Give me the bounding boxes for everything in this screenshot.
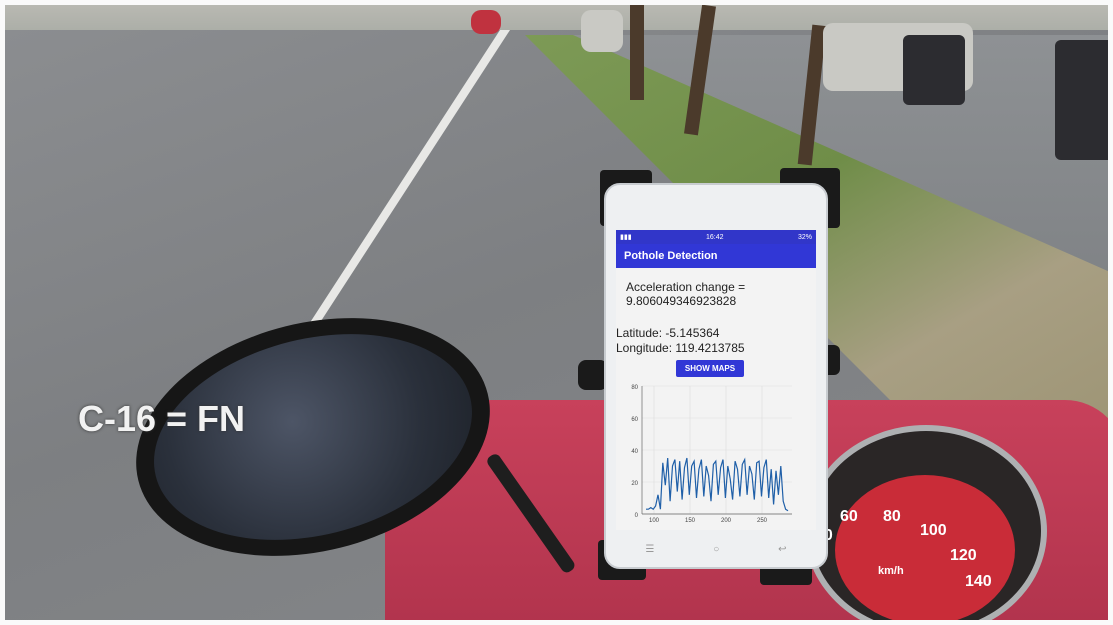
speed-label: 60 [840,508,858,525]
battery-indicator: 32% [797,233,812,241]
speed-unit: km/h [878,565,904,577]
y-tick-label: 60 [631,417,638,423]
acceleration-readout: Acceleration change = 9.806049346923828 [626,280,816,308]
gps-readout: Latitude: -5.145364 Longitude: 119.42137… [616,326,816,356]
case-label: C-16 = FN [78,398,246,439]
speed-label: 80 [883,508,901,525]
y-tick-label: 20 [631,481,638,487]
speedometer-dial [835,475,1015,620]
motorcyclist [1055,40,1108,160]
home-icon[interactable]: ○ [713,544,719,555]
acceleration-chart: 0 20 40 60 80 100 150 200 250 [631,385,792,524]
menu-icon[interactable]: ☰ [645,544,654,555]
distant-car [471,10,501,34]
longitude-value: Longitude: 119.4213785 [616,341,745,355]
distant-car [581,10,623,52]
x-tick-label: 150 [685,518,696,524]
motorcyclist [903,35,965,105]
x-tick-label: 250 [757,518,768,524]
speed-label: 120 [950,547,977,564]
x-tick-label: 100 [649,518,660,524]
y-tick-label: 0 [635,513,639,519]
show-maps-button[interactable]: SHOW MAPS [676,360,744,377]
phone-screen: ▮▮▮ 16:42 32% Pothole Detection Accelera… [616,230,816,530]
signal-icon: ▮▮▮ [620,234,632,241]
x-tick-label: 200 [721,518,732,524]
y-tick-label: 80 [631,385,638,391]
acceleration-label: Acceleration change = [626,280,746,294]
tree-trunk [630,5,644,100]
status-time: 16:42 [706,233,724,241]
app-title: Pothole Detection [616,244,816,268]
acceleration-value: 9.806049346923828 [626,294,737,308]
android-nav-bar: ☰ ○ ↩ [616,540,816,558]
series-line [646,457,789,512]
latitude-value: Latitude: -5.145364 [616,326,720,340]
smartphone: ▮▮▮ 16:42 32% Pothole Detection Accelera… [604,183,828,569]
back-icon[interactable]: ↩ [778,544,786,555]
status-bar: ▮▮▮ 16:42 32% [616,230,816,244]
street-scene: 60 80 100 120 140 40 km/h [5,5,1108,620]
y-tick-label: 40 [631,449,638,455]
speed-label: 100 [920,522,947,539]
speed-label: 140 [965,573,992,590]
